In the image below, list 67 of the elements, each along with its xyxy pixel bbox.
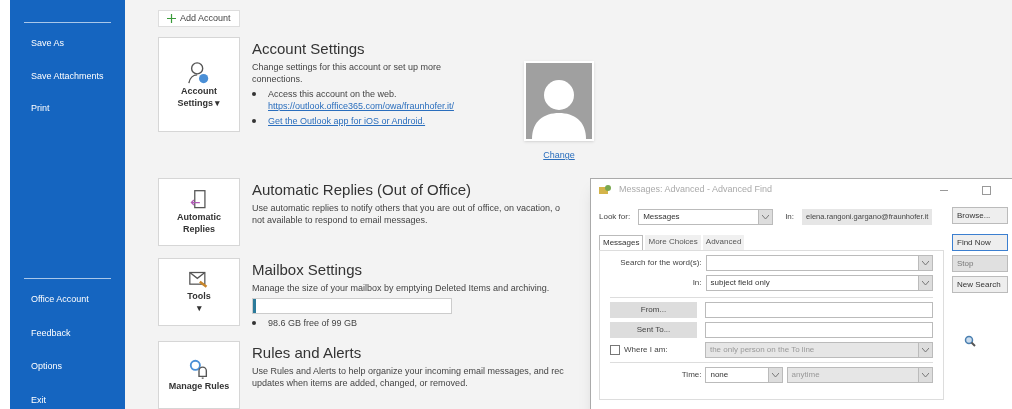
sidebar-item[interactable]: Exit	[31, 393, 125, 407]
section-title: Mailbox Settings	[252, 260, 364, 280]
change-photo-link[interactable]: Change	[543, 149, 575, 163]
sidebar-item[interactable]: Office Account	[31, 293, 125, 307]
look-for-dropdown[interactable]: Messages	[638, 209, 774, 225]
time-label: Time:	[680, 369, 702, 381]
sidebar-item[interactable]: Save As	[31, 37, 125, 51]
section-description: Use Rules and Alerts to help organize your incoming email messages, and rec	[252, 365, 564, 377]
bullet-text: 98.6 GB free of 99 GB	[268, 317, 358, 329]
from-field[interactable]	[704, 302, 933, 318]
look-for-label: Look for:	[599, 211, 631, 223]
section-button[interactable]: Tools ▾	[158, 258, 240, 326]
door-arrow-icon	[189, 189, 209, 211]
from-button[interactable]: From...	[610, 302, 697, 318]
section-button[interactable]: Manage Rules	[158, 341, 240, 409]
section-title: Rules and Alerts	[252, 343, 363, 363]
maximize-icon[interactable]	[982, 185, 991, 195]
in-label: In:	[785, 211, 795, 223]
section-title: Automatic Replies (Out of Office)	[252, 180, 472, 200]
search-icon	[964, 335, 976, 347]
sidebar-item[interactable]: Print	[31, 102, 125, 116]
bullet-icon	[252, 92, 256, 96]
web-link[interactable]: Get the Outlook app for iOS or Android.	[268, 115, 426, 127]
sidebar-item[interactable]: Feedback	[31, 326, 125, 340]
dialog-button[interactable]: Browse...	[952, 207, 1008, 224]
search-label: Search for the word(s):	[619, 257, 702, 269]
bullet-icon	[252, 321, 256, 325]
chevron-down-icon	[918, 256, 932, 270]
section-description: Manage the size of your mailbox by emptying Deleted Items and archiving.	[252, 282, 550, 294]
section-button[interactable]: Account Settings ▾	[158, 37, 240, 132]
dialog-tab[interactable]: More Choices	[645, 235, 701, 250]
chevron-down-icon	[918, 368, 932, 382]
envelope-tools-icon	[188, 270, 210, 290]
sent-to-button[interactable]: Sent To...	[610, 322, 697, 338]
chevron-down-icon	[918, 276, 932, 290]
search-in-dropdown[interactable]: subject field only	[705, 275, 933, 291]
plus-icon	[167, 14, 176, 23]
web-link[interactable]: https://outlook.office365.com/owa/fraunhofer.it/	[268, 100, 454, 112]
chevron-down-icon	[918, 343, 932, 357]
time-dropdown[interactable]: none	[705, 367, 783, 383]
dialog-tab[interactable]: Messages	[599, 235, 644, 250]
minimize-icon[interactable]	[940, 189, 948, 191]
bullet-icon	[252, 119, 256, 123]
section-description: Use automatic replies to notify others that you are out of office, on vacation, o	[252, 202, 560, 214]
chevron-down-icon	[758, 210, 773, 224]
person-gear-icon	[187, 60, 211, 85]
add-account-button[interactable]: Add Account	[158, 10, 240, 27]
section-description: Change settings for this account or set up more connections.	[252, 61, 443, 85]
sidebar-item[interactable]: Save Attachments	[31, 69, 125, 83]
bullet-text: Access this account on the web.	[268, 88, 398, 100]
gear-bell-icon	[188, 358, 210, 380]
sidebar-item[interactable]: Options	[31, 360, 125, 374]
search-words-field[interactable]	[705, 255, 933, 271]
search-in-label: In:	[691, 277, 702, 289]
window-title: Messages: Advanced - Advanced Find	[619, 183, 774, 197]
app-icon	[599, 185, 611, 195]
sent-to-field[interactable]	[704, 322, 933, 338]
dialog-button[interactable]: New Search	[952, 276, 1008, 293]
where-label: Where I am:	[624, 344, 668, 356]
dialog-button[interactable]: Find Now	[952, 234, 1008, 251]
section-description: updates when items are added, changed, or removed.	[252, 377, 469, 389]
chevron-down-icon	[767, 368, 782, 382]
section-button[interactable]: Automatic Replies	[158, 178, 240, 246]
section-description: not available to respond to email messages.	[252, 214, 429, 226]
dialog-tab[interactable]: Advanced	[702, 235, 745, 250]
section-title: Account Settings	[252, 39, 366, 59]
where-checkbox[interactable]	[610, 345, 620, 355]
